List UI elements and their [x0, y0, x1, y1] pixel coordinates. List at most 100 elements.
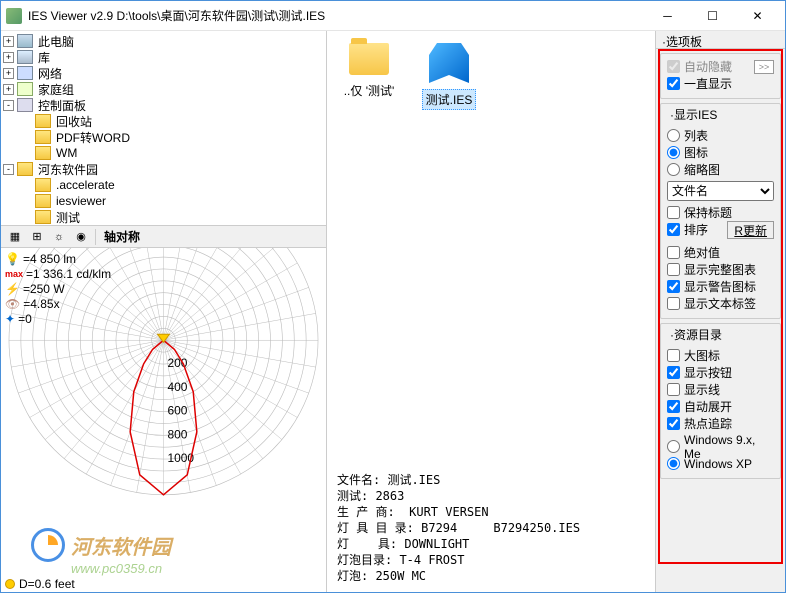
tool-btn-3[interactable]: ☼: [49, 228, 69, 246]
tree-item[interactable]: - 河东软件园: [3, 161, 324, 177]
tree-expander[interactable]: +: [3, 84, 14, 95]
tree-item[interactable]: + 网络: [3, 65, 324, 81]
sort-select[interactable]: 文件名: [667, 181, 774, 201]
refresh-button[interactable]: R更新: [727, 221, 774, 239]
file-name: 测试.IES: [422, 89, 477, 110]
tree-label: 河东软件园: [36, 161, 100, 178]
tree-label: 测试: [54, 209, 82, 226]
tree-expander[interactable]: -: [3, 100, 14, 111]
cd-value: =1 336.1 cd/klm: [26, 267, 111, 282]
tree-label: 回收站: [54, 113, 94, 130]
tree-expander[interactable]: -: [3, 164, 14, 175]
tool-btn-2[interactable]: ⊞: [27, 228, 47, 246]
app-icon: [6, 8, 22, 24]
tree-expander[interactable]: [21, 116, 32, 127]
chk-big-icon[interactable]: [667, 349, 680, 362]
close-button[interactable]: ✕: [735, 2, 780, 30]
tree-label: 家庭组: [36, 81, 76, 98]
tree-item[interactable]: +库: [3, 49, 324, 65]
folder-icon: [35, 114, 51, 128]
computer-icon: [17, 34, 33, 48]
tree-item[interactable]: - 控制面板: [3, 97, 324, 113]
chk-text-label[interactable]: [667, 297, 680, 310]
folder-icon: [349, 43, 389, 75]
tree-item[interactable]: iesviewer: [3, 193, 324, 209]
tree-expander[interactable]: [21, 180, 32, 191]
tree-item[interactable]: + 家庭组: [3, 81, 324, 97]
offset-value: =0: [18, 312, 32, 327]
tree-item[interactable]: WM: [3, 145, 324, 161]
folderopen-icon: [17, 162, 33, 176]
tool-btn-1[interactable]: ▦: [5, 228, 25, 246]
distance-value: D=0.6 feet: [19, 577, 75, 591]
tree-label: iesviewer: [54, 194, 108, 208]
tree-expander[interactable]: +: [3, 52, 14, 63]
tree-expander[interactable]: [21, 148, 32, 159]
tree-label: 控制面板: [36, 97, 88, 114]
tree-expander[interactable]: [21, 132, 32, 143]
ies-info-text: 文件名: 测试.IES 测试: 2863 生 产 商: KURT VERSEN …: [327, 464, 655, 592]
chk-show-btn[interactable]: [667, 366, 680, 379]
svg-text:600: 600: [167, 404, 187, 418]
chk-always-show[interactable]: [667, 77, 680, 90]
chk-auto-hide: [667, 60, 680, 73]
homegroup-icon: [17, 82, 33, 96]
minimize-button[interactable]: ─: [645, 2, 690, 30]
svg-text:800: 800: [167, 427, 187, 441]
network-icon: [17, 66, 33, 80]
symmetry-label: 轴对称: [104, 228, 140, 245]
file-item[interactable]: 测试.IES: [419, 43, 479, 110]
radio-icon[interactable]: [667, 146, 680, 159]
window-controls: ─ ☐ ✕: [645, 2, 780, 30]
polar-footer: D=0.6 feet: [1, 576, 326, 592]
tree-item[interactable]: PDF转WORD: [3, 129, 324, 145]
chk-abs[interactable]: [667, 246, 680, 259]
tree-item[interactable]: 回收站: [3, 113, 324, 129]
tree-expander[interactable]: [21, 196, 32, 207]
chk-keep-title[interactable]: [667, 206, 680, 219]
opt-group-resource: ·资源目录 大图标 显示按钮 显示线 自动展开 热点追踪 Windows 9.x…: [660, 323, 781, 479]
chk-warn-icon[interactable]: [667, 280, 680, 293]
chk-sort[interactable]: [667, 223, 680, 236]
chk-show-line[interactable]: [667, 383, 680, 396]
file-item[interactable]: ..仅 '测试': [339, 43, 399, 100]
max-icon: max: [5, 267, 23, 282]
svg-text:400: 400: [167, 380, 187, 394]
polar-toolbar: ▦ ⊞ ☼ ◉ 轴对称: [1, 226, 326, 248]
window-titlebar: IES Viewer v2.9 D:\tools\桌面\河东软件园\测试\测试.…: [1, 1, 785, 31]
tree-label: PDF转WORD: [54, 129, 132, 146]
folder-tree[interactable]: +此电脑+库+网络+家庭组-控制面板回收站PDF转WORDWM-河东软件园.ac…: [1, 31, 326, 226]
radio-winxp[interactable]: [667, 457, 680, 470]
tool-btn-4[interactable]: ◉: [71, 228, 91, 246]
radio-list[interactable]: [667, 129, 680, 142]
left-panel: +此电脑+库+网络+家庭组-控制面板回收站PDF转WORDWM-河东软件园.ac…: [1, 31, 327, 592]
chk-auto-expand[interactable]: [667, 400, 680, 413]
options-panel: ·选项板 自动隐藏>> 一直显示 ·显示IES 列表 图标 缩略图 文件名 保持…: [655, 31, 785, 592]
folder-icon: [35, 178, 51, 192]
tree-item[interactable]: .accelerate: [3, 177, 324, 193]
maximize-button[interactable]: ☐: [690, 2, 735, 30]
tree-item[interactable]: 测试: [3, 209, 324, 225]
tree-expander[interactable]: [21, 212, 32, 223]
status-dot-icon: [5, 579, 15, 589]
control-icon: [17, 98, 33, 112]
radio-thumb[interactable]: [667, 163, 680, 176]
tree-label: 网络: [36, 65, 64, 82]
folder-icon: [35, 146, 51, 160]
ies-icon: [429, 43, 469, 83]
tree-label: 此电脑: [36, 33, 76, 50]
radio-win9x[interactable]: [667, 440, 680, 453]
library-icon: [17, 50, 33, 64]
tree-expander[interactable]: +: [3, 68, 14, 79]
chk-full-chart[interactable]: [667, 263, 680, 276]
options-title: ·选项板: [656, 31, 785, 49]
tree-expander[interactable]: +: [3, 36, 14, 47]
expand-button[interactable]: >>: [754, 60, 774, 74]
chk-hotspot[interactable]: [667, 417, 680, 430]
tree-label: 库: [36, 49, 52, 66]
bolt-icon: ⚡: [5, 282, 20, 297]
window-title: IES Viewer v2.9 D:\tools\桌面\河东软件园\测试\测试.…: [28, 7, 645, 24]
folder-icon: [35, 194, 51, 208]
tree-item[interactable]: + 此电脑: [3, 33, 324, 49]
file-browser[interactable]: ..仅 '测试' 测试.IES: [327, 31, 655, 464]
